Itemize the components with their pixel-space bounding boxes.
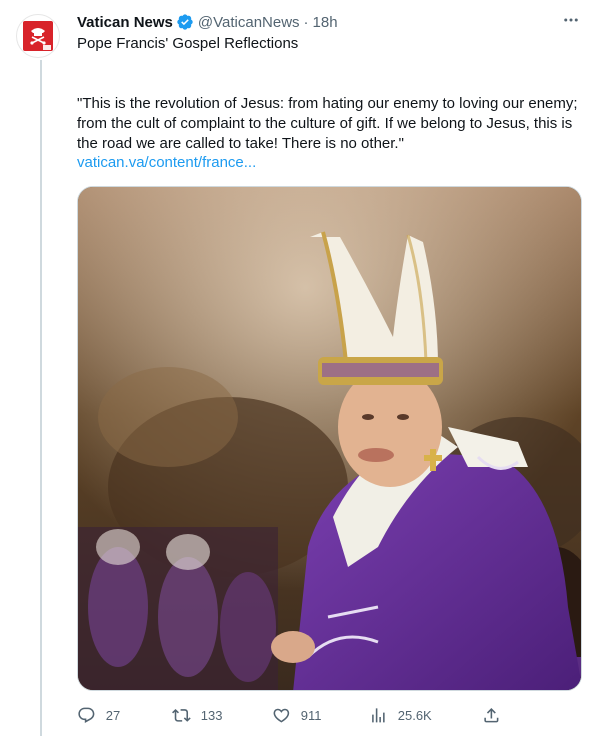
tweet-header: Vatican News @VaticanNews · 18h [77, 12, 582, 32]
reply-icon [78, 707, 95, 723]
author-handle[interactable]: @VaticanNews [198, 14, 300, 31]
pope-photo-illustration [78, 187, 581, 690]
tweet-subtitle: Pope Francis' Gospel Reflections [77, 35, 299, 52]
retweet-icon [172, 708, 191, 722]
verified-badge-icon [176, 13, 194, 31]
more-options-button[interactable] [560, 12, 582, 32]
retweet-button[interactable]: 133 [172, 706, 222, 725]
heart-icon [273, 708, 290, 723]
views-button[interactable]: 25.6K [369, 706, 432, 725]
tweet-quote: "This is the revolution of Jesus: from h… [77, 95, 578, 152]
share-button[interactable] [482, 706, 501, 725]
tweet-link[interactable]: vatican.va/content/france... [77, 153, 256, 173]
reply-button[interactable]: 27 [77, 706, 120, 725]
share-icon [484, 707, 499, 723]
thread-line [40, 60, 42, 736]
like-count: 911 [300, 707, 322, 723]
reply-count: 27 [105, 707, 121, 723]
avatar[interactable] [16, 14, 60, 58]
author-name[interactable]: Vatican News [77, 14, 173, 31]
more-horizontal-icon [562, 11, 580, 34]
action-bar: 27 133 911 25.6K [77, 703, 507, 727]
separator-dot: · [303, 13, 309, 31]
retweet-count: 133 [200, 707, 223, 723]
tweet-photo[interactable] [77, 186, 582, 691]
tweet-timestamp[interactable]: 18h [313, 14, 338, 31]
views-chart-icon [372, 707, 385, 723]
like-button[interactable]: 911 [272, 706, 321, 725]
views-count: 25.6K [397, 707, 432, 723]
vatican-news-logo [23, 21, 53, 51]
